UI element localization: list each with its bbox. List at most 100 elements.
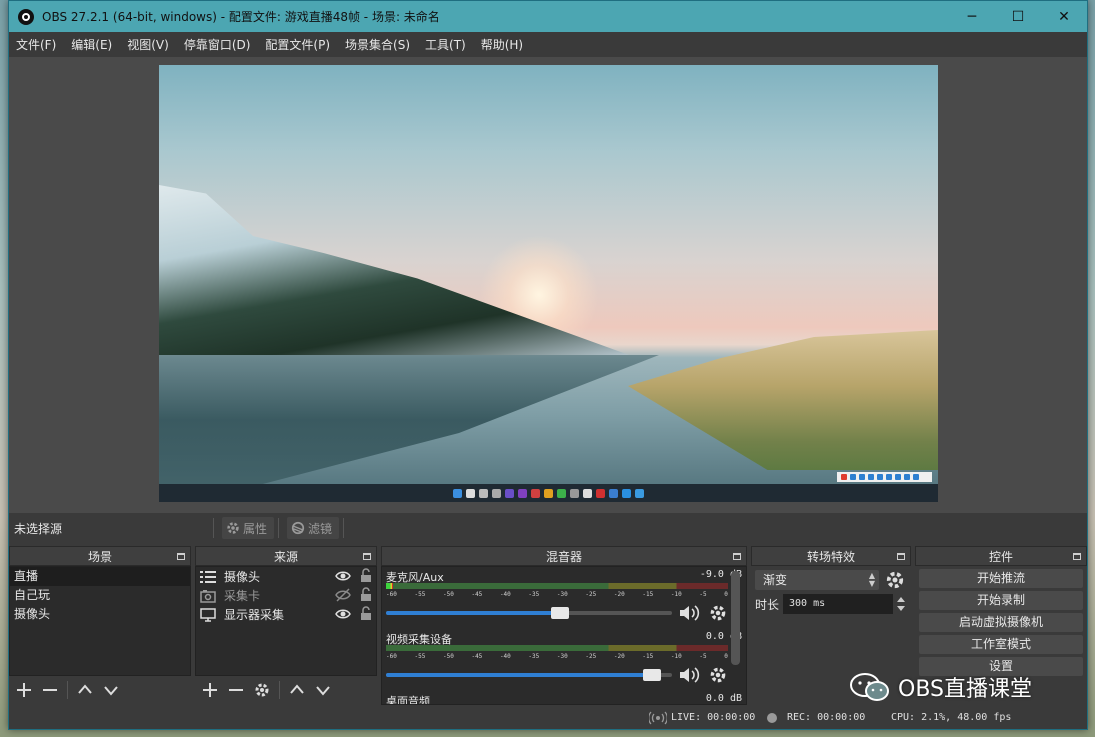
meter-tick-label: -25 — [585, 653, 597, 660]
scene-item[interactable]: 直播 — [10, 567, 190, 586]
minus-icon — [229, 689, 243, 691]
remove-source-button[interactable] — [225, 679, 247, 701]
sources-dock-title[interactable]: 来源 — [195, 546, 377, 566]
source-item[interactable]: 摄像头 — [196, 567, 376, 586]
volume-slider[interactable] — [386, 669, 672, 681]
volume-slider-knob[interactable] — [551, 607, 569, 619]
wechat-icon — [850, 673, 889, 701]
undock-icon[interactable] — [363, 553, 371, 560]
controls-dock-title[interactable]: 控件 — [915, 546, 1087, 566]
meter-tick-label: -35 — [528, 591, 540, 598]
menu-docks[interactable]: 停靠窗口(D) — [184, 36, 251, 53]
visibility-hidden-icon[interactable] — [335, 588, 351, 602]
sources-footer — [195, 676, 377, 704]
speaker-icon[interactable] — [678, 666, 700, 684]
lock-icon[interactable] — [360, 568, 372, 583]
menu-scene-collection[interactable]: 场景集合(S) — [345, 36, 410, 53]
list-icon — [200, 570, 216, 584]
start-virtual-camera-button[interactable]: 启动虚拟摄像机 — [919, 613, 1083, 632]
meter-tick-label: -45 — [471, 653, 483, 660]
move-source-down-button[interactable] — [312, 679, 334, 701]
menu-tools[interactable]: 工具(T) — [425, 36, 466, 53]
status-bar: LIVE: 00:00:00 REC: 00:00:00 CPU: 2.1%, … — [9, 707, 1087, 729]
close-button[interactable]: ✕ — [1041, 1, 1087, 32]
meter-tick-label: -35 — [528, 653, 540, 660]
properties-button[interactable]: 属性 — [222, 517, 274, 539]
filters-button[interactable]: 滤镜 — [287, 517, 339, 539]
source-properties-button[interactable] — [251, 679, 273, 701]
menu-view[interactable]: 视图(V) — [127, 36, 169, 53]
preview-tray — [837, 472, 932, 482]
preview-reflection — [159, 355, 659, 485]
menu-edit[interactable]: 编辑(E) — [71, 36, 112, 53]
audio-level-meter — [386, 645, 728, 651]
start-recording-button[interactable]: 开始录制 — [919, 591, 1083, 610]
minimize-button[interactable]: ─ — [949, 1, 995, 32]
volume-slider[interactable] — [386, 607, 672, 619]
volume-slider-knob[interactable] — [643, 669, 661, 681]
scenes-dock-title[interactable]: 场景 — [9, 546, 191, 566]
mixer-dock-title[interactable]: 混音器 — [381, 546, 747, 566]
source-item[interactable]: 显示器采集 — [196, 605, 376, 624]
gear-icon — [255, 683, 269, 697]
menu-file[interactable]: 文件(F) — [16, 36, 56, 53]
move-source-up-button[interactable] — [286, 679, 308, 701]
scene-item[interactable]: 自己玩 — [10, 586, 190, 605]
meter-tick-label: -20 — [613, 653, 625, 660]
visibility-eye-icon[interactable] — [335, 607, 351, 621]
meter-tick-label: -40 — [499, 653, 511, 660]
undock-icon[interactable] — [1073, 553, 1081, 560]
title-bar[interactable]: OBS 27.2.1 (64-bit, windows) - 配置文件: 游戏直… — [9, 1, 1087, 32]
undock-icon[interactable] — [897, 553, 905, 560]
mixer-scrollbar[interactable] — [731, 571, 740, 665]
menu-profile[interactable]: 配置文件(P) — [265, 36, 330, 53]
maximize-button[interactable]: ☐ — [995, 1, 1041, 32]
transitions-dock-title[interactable]: 转场特效 — [751, 546, 911, 566]
undock-icon[interactable] — [177, 553, 185, 560]
meter-tick-label: -50 — [442, 591, 454, 598]
broadcast-icon — [649, 711, 667, 725]
transition-select[interactable]: 渐变 ▲ ▼ — [755, 570, 879, 590]
camera-icon — [200, 589, 216, 603]
meter-tick-label: -55 — [414, 591, 426, 598]
scene-item[interactable]: 摄像头 — [10, 605, 190, 624]
meter-ticks: -60 -55 -50 -45 -40 -35 -30 -25 -20 -15 -10 -5 0 — [386, 653, 728, 663]
gear-icon[interactable] — [885, 570, 905, 590]
speaker-icon[interactable] — [678, 604, 700, 622]
duration-input[interactable]: 300 ms — [783, 594, 893, 614]
add-scene-button[interactable] — [13, 679, 35, 701]
chevron-down-icon — [104, 686, 118, 696]
spinner-arrows-icon: ▲ ▼ — [868, 571, 875, 588]
add-source-button[interactable] — [199, 679, 221, 701]
source-toolbar: 未选择源 属性 滤镜 — [9, 513, 1087, 543]
cpu-fps-readout: CPU: 2.1%, 48.00 fps — [891, 712, 1012, 723]
meter-tick-label: 0 — [724, 653, 728, 660]
start-streaming-button[interactable]: 开始推流 — [919, 569, 1083, 588]
menu-bar: 文件(F) 编辑(E) 视图(V) 停靠窗口(D) 配置文件(P) 场景集合(S… — [9, 32, 1087, 56]
preview-area — [9, 57, 1087, 513]
gear-icon[interactable] — [709, 666, 727, 684]
scenes-footer — [9, 676, 191, 704]
lock-icon[interactable] — [360, 606, 372, 621]
meter-tick-label: -5 — [699, 591, 707, 598]
meter-tick-label: -45 — [471, 591, 483, 598]
menu-help[interactable]: 帮助(H) — [481, 36, 523, 53]
duration-spinner-icon[interactable] — [894, 594, 908, 614]
visibility-eye-icon[interactable] — [335, 569, 351, 583]
sources-dock: 来源 摄像头 采集卡 显示器采集 — [195, 546, 377, 706]
meter-tick-label: 0 — [724, 591, 728, 598]
move-scene-up-button[interactable] — [74, 679, 96, 701]
live-timer: LIVE: 00:00:00 — [671, 712, 756, 723]
source-item[interactable]: 采集卡 — [196, 586, 376, 605]
remove-scene-button[interactable] — [39, 679, 61, 701]
undock-icon[interactable] — [733, 553, 741, 560]
lock-icon[interactable] — [360, 587, 372, 602]
gear-icon[interactable] — [709, 604, 727, 622]
meter-tick-label: -55 — [414, 653, 426, 660]
move-scene-down-button[interactable] — [100, 679, 122, 701]
studio-mode-button[interactable]: 工作室模式 — [919, 635, 1083, 654]
meter-tick-label: -20 — [613, 591, 625, 598]
preview-canvas[interactable] — [159, 65, 938, 502]
meter-tick-label: -10 — [670, 591, 682, 598]
chevron-up-icon — [78, 684, 92, 694]
